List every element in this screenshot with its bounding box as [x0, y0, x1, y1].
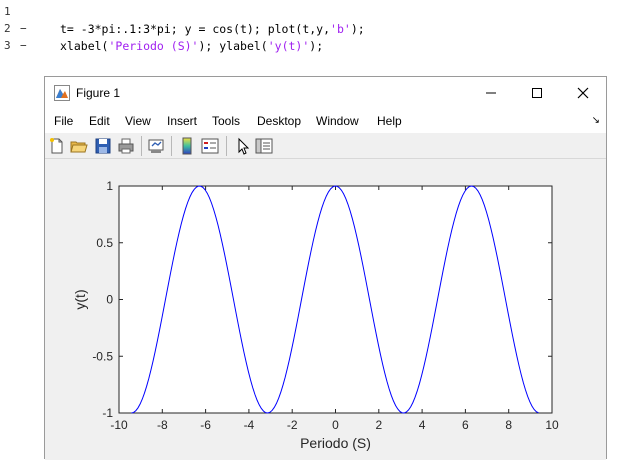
breakpoint-marker[interactable]: − — [20, 39, 27, 52]
y-axis-label: y(t) — [72, 289, 88, 309]
y-tick-label: 1 — [106, 179, 113, 193]
x-tick-label: 4 — [419, 418, 426, 432]
code-text: ); — [309, 39, 324, 53]
maximize-icon — [532, 88, 542, 98]
code-text: ); — [350, 22, 365, 36]
minimize-button[interactable] — [468, 77, 514, 109]
matlab-figure-icon — [54, 85, 70, 101]
breakpoint-marker[interactable]: − — [20, 22, 27, 35]
x-tick-label: -6 — [200, 418, 211, 432]
link-plot-icon[interactable] — [147, 137, 165, 155]
figure-canvas[interactable]: -10 -8 -6 -4 -2 0 2 4 6 8 10 -1 -0.5 0 0.5 1 Periodo (S… — [45, 159, 606, 460]
code-string: 'b' — [330, 22, 351, 36]
x-tick-label: -2 — [287, 418, 298, 432]
line-number: 1 — [4, 5, 11, 18]
x-tick-label: 0 — [332, 418, 339, 432]
plot-area[interactable]: -10 -8 -6 -4 -2 0 2 4 6 8 10 -1 -0.5 0 0.5 1 Periodo (S… — [45, 159, 606, 460]
menu-insert[interactable]: Insert — [167, 114, 197, 128]
minimize-icon — [486, 92, 496, 94]
y-tick-label: -0.5 — [92, 349, 113, 363]
legend-icon[interactable] — [201, 137, 219, 155]
code-string: 'y(t)' — [267, 39, 310, 53]
axes-box — [118, 185, 553, 414]
x-tick-label: 10 — [545, 418, 559, 432]
print-icon[interactable] — [117, 137, 135, 155]
line-number: 2 — [4, 22, 11, 35]
menu-window[interactable]: Window — [316, 114, 359, 128]
y-tick-label: -1 — [102, 406, 113, 420]
toolbar-separator — [171, 136, 172, 156]
line-number: 3 — [4, 39, 11, 52]
x-tick-label: 8 — [505, 418, 512, 432]
menu-tools[interactable]: Tools — [212, 114, 240, 128]
x-tick-label: -8 — [157, 418, 168, 432]
new-figure-icon[interactable] — [48, 137, 66, 155]
close-icon — [577, 87, 589, 99]
line-3-gutter: 3 − — [0, 37, 60, 54]
code-string: 'Periodo (S)' — [108, 39, 199, 53]
menu-help[interactable]: Help — [377, 114, 402, 128]
maximize-button[interactable] — [514, 77, 560, 109]
colorbar-icon[interactable] — [178, 137, 196, 155]
code-text: xlabel( — [60, 39, 109, 53]
code-text: t= -3*pi:.1:3*pi; y = cos(t); plot(t,y, — [60, 22, 331, 36]
menu-bar: File Edit View Insert Tools Desktop Wind… — [45, 109, 606, 133]
menu-edit[interactable]: Edit — [89, 114, 110, 128]
x-axis-label: Periodo (S) — [300, 435, 371, 451]
property-inspector-icon[interactable] — [255, 137, 273, 155]
x-tick-label: 6 — [462, 418, 469, 432]
x-tick-label: 2 — [375, 418, 382, 432]
line-1: 1 — [0, 3, 60, 20]
code-text: ); ylabel( — [198, 39, 268, 53]
figure-window[interactable]: Figure 1 File Edit View Insert Tools Des… — [44, 76, 607, 460]
dock-arrow-icon[interactable]: ↘ — [592, 115, 600, 126]
window-title: Figure 1 — [76, 86, 121, 100]
code-editor[interactable]: 1 2 − t= -3*pi:.1:3*pi; y = cos(t); plot… — [0, 0, 632, 70]
menu-file[interactable]: File — [54, 114, 73, 128]
save-icon[interactable] — [94, 137, 112, 155]
x-tick-label: -10 — [110, 418, 128, 432]
line-2-gutter: 2 − — [0, 20, 60, 37]
close-button[interactable] — [560, 77, 606, 109]
toolbar — [45, 133, 606, 159]
edit-pointer-icon[interactable] — [234, 137, 252, 155]
code-line-2[interactable]: t= -3*pi:.1:3*pi; y = cos(t); plot(t,y,'… — [60, 22, 365, 39]
menu-desktop[interactable]: Desktop — [257, 114, 301, 128]
y-tick-label: 0 — [106, 293, 113, 307]
toolbar-separator — [141, 136, 142, 156]
x-tick-label: -4 — [244, 418, 255, 432]
code-line-3[interactable]: xlabel('Periodo (S)'); ylabel('y(t)'); — [60, 39, 323, 56]
y-tick-label: 0.5 — [96, 236, 113, 250]
menu-view[interactable]: View — [125, 114, 151, 128]
title-bar[interactable]: Figure 1 — [45, 77, 606, 109]
open-file-icon[interactable] — [70, 137, 88, 155]
toolbar-separator — [226, 136, 227, 156]
